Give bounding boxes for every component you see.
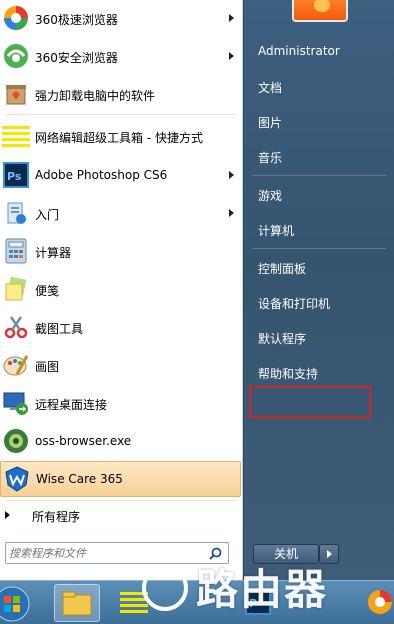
calculator-icon [2,237,30,265]
toolbox-icon [2,122,30,150]
program-item-paint[interactable]: 画图 [0,347,243,383]
program-label: 画图 [35,360,60,374]
program-item-getting-started[interactable]: 入门 [0,195,243,231]
all-programs-button[interactable]: 所有程序 [0,505,243,527]
taskbar-360-browser-button[interactable] [362,584,394,622]
program-item-wise-care-365[interactable]: Wise Care 365 [0,461,241,497]
menu-divider [6,114,236,115]
browser-360-speed-icon [2,4,30,32]
menu-item-administrator[interactable]: Administrator [258,44,340,58]
start-button[interactable] [0,584,38,622]
paint-icon [2,351,30,379]
program-label: Wise Care 365 [36,472,123,486]
program-label: 360安全浏览器 [35,51,118,65]
taskbar-explorer-button[interactable] [54,584,100,622]
watermark-text: 路由器 [196,565,329,614]
user-avatar[interactable] [292,0,348,22]
photoshop-icon: Ps [2,161,30,189]
program-label: 网络编辑超级工具箱 - 快捷方式 [35,131,203,145]
remote-desktop-icon [2,389,30,417]
submenu-arrow-icon [229,52,234,60]
program-item-uninstaller[interactable]: 强力卸载电脑中的软件 [0,76,243,112]
program-item-oss-browser[interactable]: oss-browser.exe [0,423,243,459]
highlight-annotation-box [249,386,371,418]
program-label: 强力卸载电脑中的软件 [35,89,156,103]
program-label: 计算器 [35,246,72,260]
program-item-photoshop[interactable]: Ps Adobe Photoshop CS6 [0,157,243,193]
program-item-snipping-tool[interactable]: 截图工具 [0,309,243,345]
expand-arrow-icon [5,511,10,519]
program-label: Adobe Photoshop CS6 [35,168,168,182]
menu-divider [6,500,236,501]
menu-item-documents[interactable]: 文档 [258,79,282,96]
menu-divider [252,175,386,176]
toolbox-icon [116,592,156,623]
start-menu-programs-panel: 360极速浏览器 360安全浏览器 强力卸载电脑中的软件 网络编辑超级工具箱 -… [0,0,243,580]
submenu-arrow-icon [229,209,234,217]
all-programs-label: 所有程序 [32,510,81,524]
uninstall-icon [2,80,30,108]
menu-item-help-support[interactable]: 帮助和支持 [258,365,318,382]
program-item-calculator[interactable]: 计算器 [0,233,243,269]
menu-item-control-panel[interactable]: 控制面板 [258,260,306,277]
menu-divider [252,248,386,249]
snipping-tool-icon [2,313,30,341]
browser-360-safe-icon [2,42,30,70]
submenu-arrow-icon [229,14,234,22]
submenu-arrow-icon [229,171,234,179]
menu-item-default-programs[interactable]: 默认程序 [258,330,306,347]
program-label: oss-browser.exe [35,434,132,448]
search-input[interactable] [9,544,205,562]
program-item-sticky-notes[interactable]: 便笺 [0,271,243,307]
program-item-remote-desktop[interactable]: 远程桌面连接 [0,385,243,421]
oss-browser-icon [2,427,30,455]
getting-started-icon [2,199,30,227]
wise-care-icon [3,465,31,493]
menu-item-music[interactable]: 音乐 [258,149,282,166]
program-item-360-speed-browser[interactable]: 360极速浏览器 [0,0,243,36]
watermark-logo-icon [142,565,188,611]
program-item-toolbox[interactable]: 网络编辑超级工具箱 - 快捷方式 [0,118,243,154]
folder-icon [55,591,99,624]
program-label: 360极速浏览器 [35,13,118,27]
menu-item-devices-printers[interactable]: 设备和打印机 [258,295,330,312]
menu-item-pictures[interactable]: 图片 [258,114,282,131]
sticky-notes-icon [2,275,30,303]
program-item-360-safe-browser[interactable]: 360安全浏览器 [0,38,243,74]
svg-text:Ps: Ps [7,170,22,183]
program-label: 远程桌面连接 [35,398,108,412]
flower-icon [314,0,330,12]
program-label: 便笺 [35,284,60,298]
program-label: 截图工具 [35,322,84,336]
menu-item-computer[interactable]: 计算机 [258,222,294,239]
program-label: 入门 [35,208,60,222]
menu-item-games[interactable]: 游戏 [258,187,282,204]
browser-360-speed-icon [362,590,394,623]
